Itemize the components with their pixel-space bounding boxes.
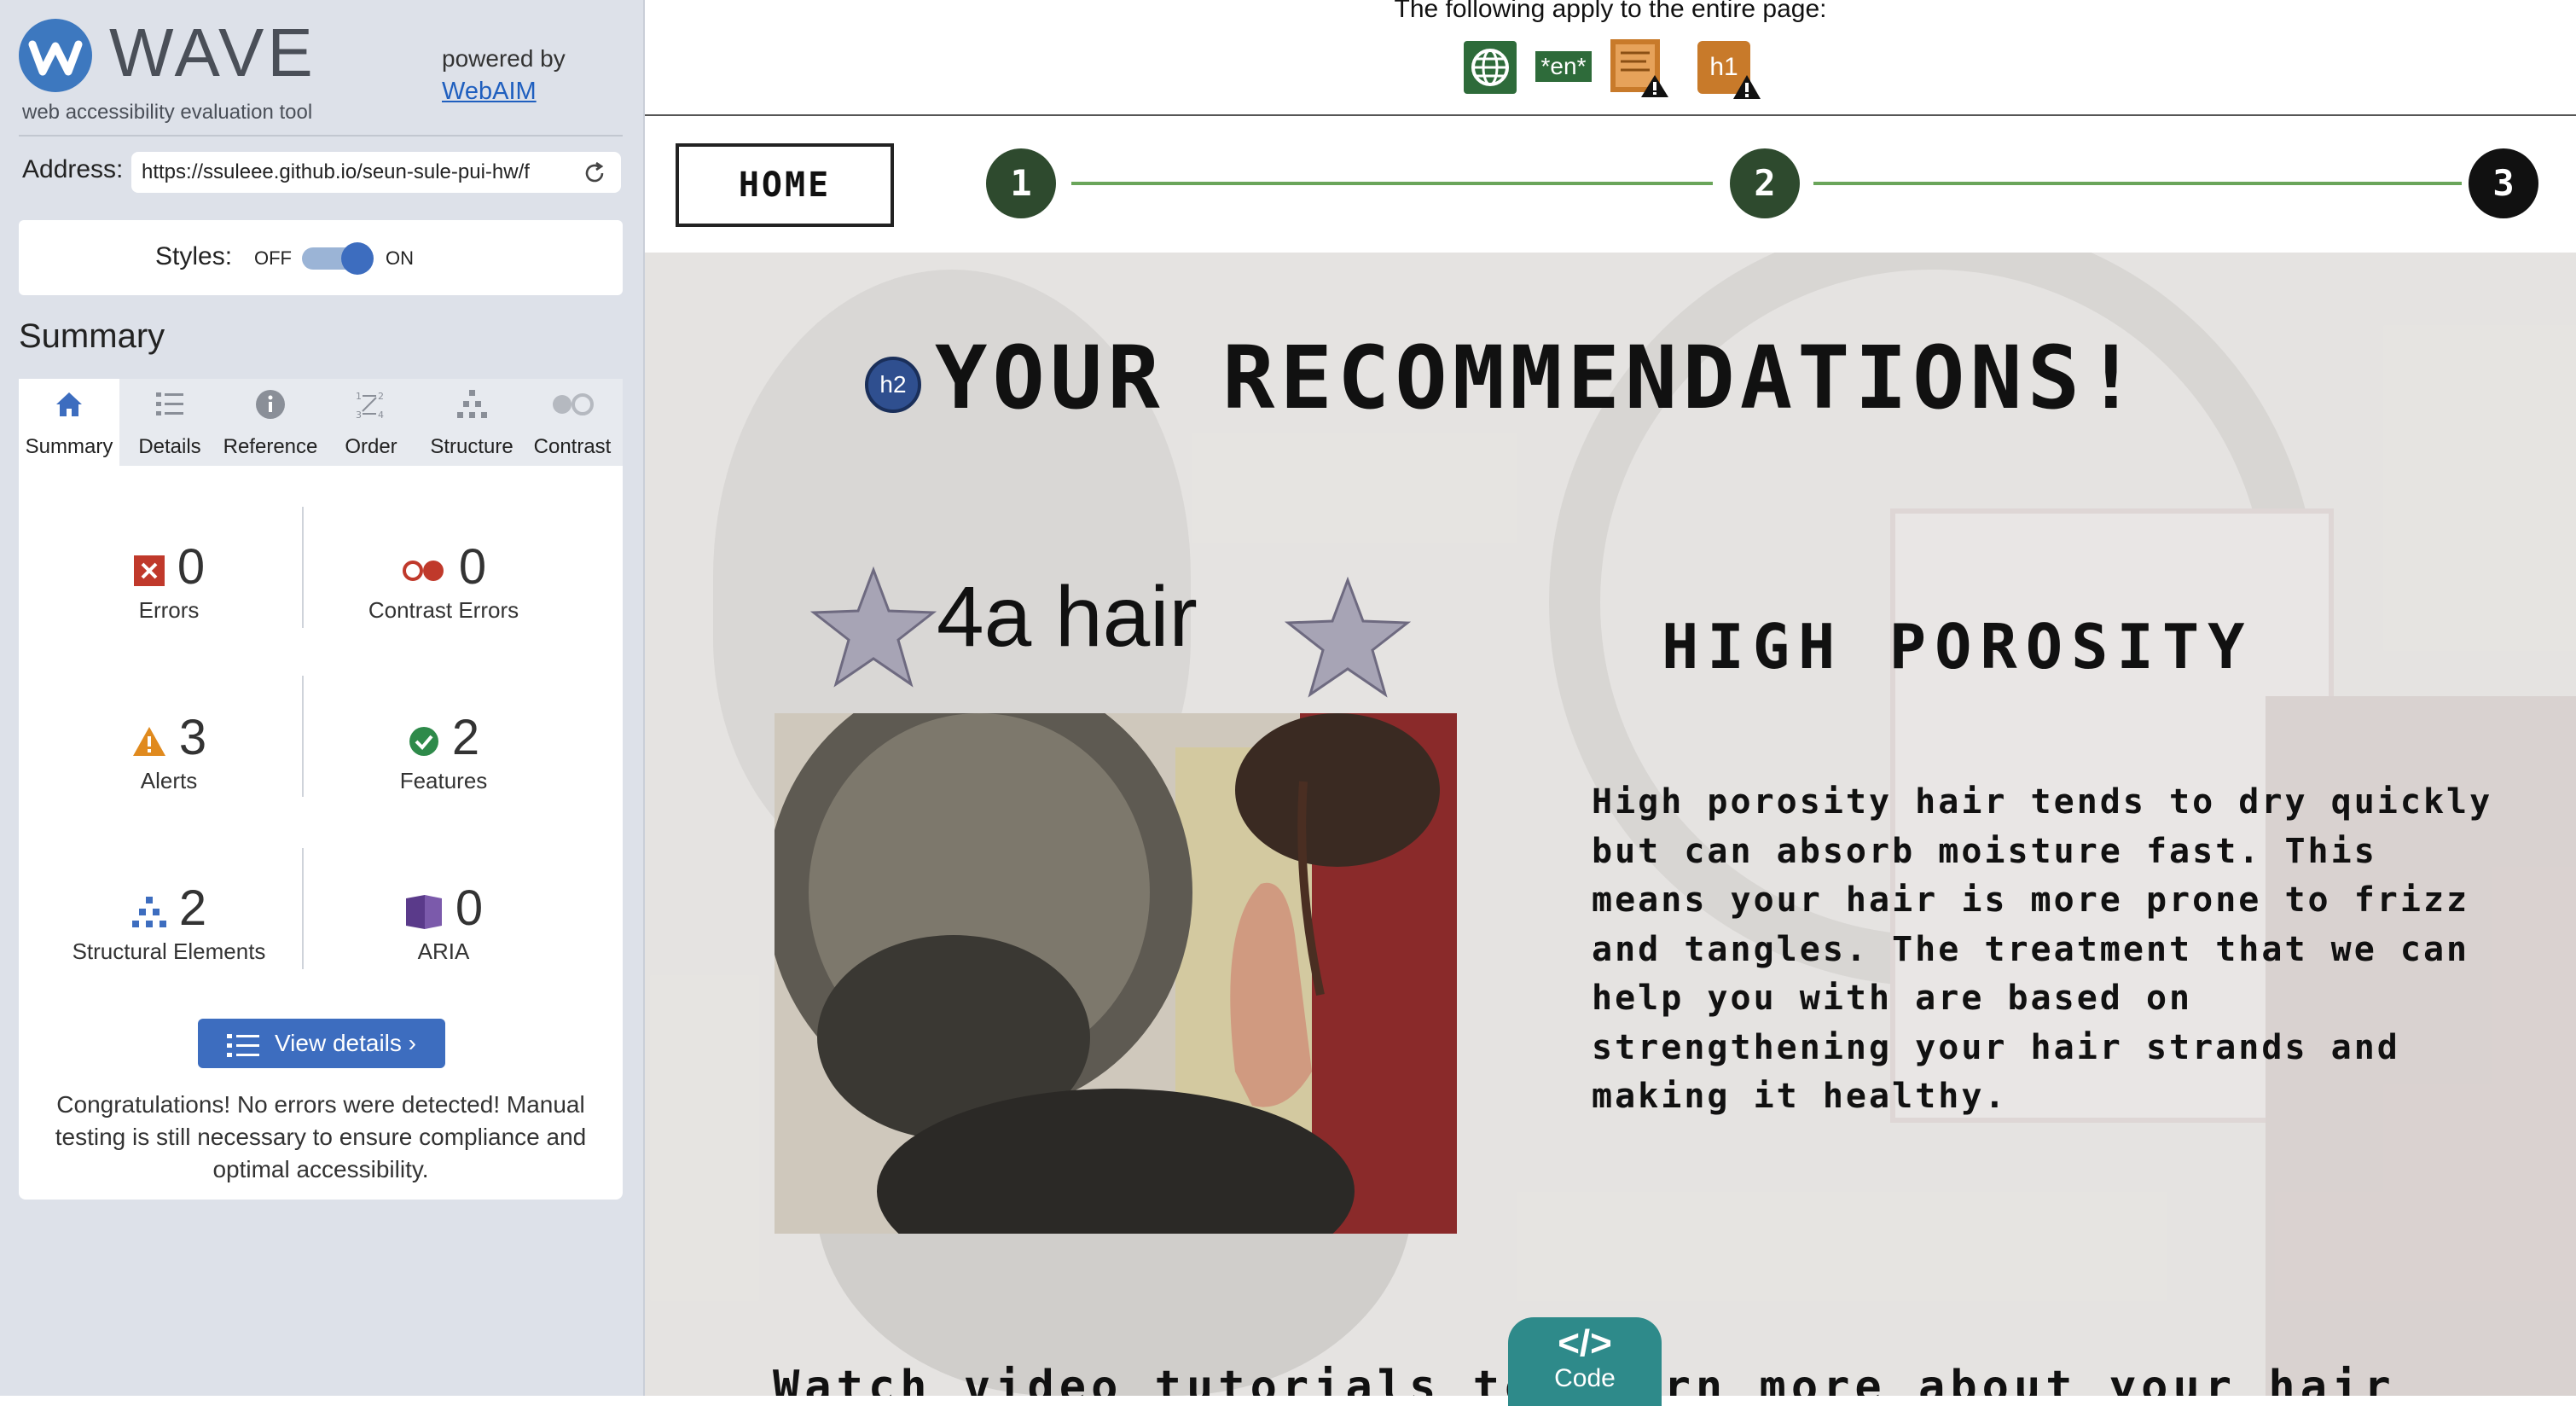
reload-icon[interactable]	[582, 160, 607, 186]
styles-toggle-box: Styles: OFF ON	[19, 220, 623, 295]
order-icon: 1 2 3 4	[356, 391, 384, 421]
sidebar-tabs: Summary Details Reference 1 2 3 4 Order Str…	[19, 379, 623, 466]
alert-icon	[1733, 75, 1761, 99]
styles-on-label: ON	[386, 247, 414, 269]
tab-summary[interactable]: Summary	[19, 379, 119, 466]
powered-by-text: powered by	[442, 45, 566, 72]
svg-text:4: 4	[378, 410, 384, 421]
address-label: Address:	[22, 155, 124, 183]
lang-en-icon[interactable]: *en*	[1535, 51, 1592, 82]
contrast-errors-count: 0	[458, 539, 487, 595]
wave-sidebar: WAVE web accessibility evaluation tool p…	[0, 0, 645, 1396]
recommendations-title: YOUR RECOMMENDATIONS!	[935, 328, 2143, 429]
alerts-count: 3	[178, 710, 207, 765]
aria-icon	[405, 894, 442, 929]
aria-label: ARIA	[417, 938, 470, 964]
toggle-knob	[341, 242, 374, 275]
tab-details[interactable]: Details	[119, 379, 220, 466]
features-stat[interactable]: 2 Features	[316, 708, 571, 794]
step-2[interactable]: 2	[1730, 148, 1800, 218]
errors-stat[interactable]: 0 Errors	[41, 537, 297, 624]
view-details-button[interactable]: View details ›	[198, 1019, 445, 1068]
summary-heading: Summary	[19, 317, 165, 355]
feature-check-icon	[409, 726, 438, 756]
tab-reference[interactable]: Reference	[220, 379, 321, 466]
tab-order[interactable]: 1 2 3 4 Order	[321, 379, 421, 466]
info-icon	[256, 390, 285, 419]
view-details-label: View details ›	[274, 1030, 416, 1056]
tab-label: Summary	[25, 435, 113, 458]
hair-photo-image	[775, 713, 1457, 1234]
tab-structure[interactable]: Structure	[421, 379, 522, 466]
step-3[interactable]: 3	[2469, 148, 2538, 218]
features-label: Features	[399, 768, 488, 793]
address-input[interactable]: https://ssuleee.github.io/seun-sule-pui-…	[131, 152, 621, 193]
step-1[interactable]: 1	[986, 148, 1056, 218]
alert-icon	[132, 726, 165, 756]
home-icon	[56, 392, 82, 416]
language-globe-icon[interactable]	[1464, 41, 1517, 94]
h2-badge-icon[interactable]: h2	[865, 357, 921, 413]
tab-label: Structure	[430, 435, 513, 458]
hair-photo	[775, 713, 1457, 1234]
alerts-label: Alerts	[140, 768, 198, 793]
list-icon	[156, 392, 183, 415]
powered-by: powered by WebAIM	[442, 43, 566, 107]
svg-text:1: 1	[356, 391, 362, 402]
code-toggle-button[interactable]: </> Code	[1508, 1317, 1662, 1406]
divider	[19, 135, 623, 137]
site-content: HOME 1 2 3 h2 YOUR RECOMMENDATIONS! 4a h…	[645, 116, 2576, 1396]
hair-type-label: 4a hair	[937, 569, 1198, 665]
structural-label: Structural Elements	[72, 938, 266, 964]
home-nav-button[interactable]: HOME	[676, 143, 894, 227]
porosity-title: HIGH POROSITY	[1662, 611, 2254, 683]
tab-label: Order	[345, 435, 397, 458]
summary-panel: 0 Errors 0 Contrast Errors 3 Alerts 2 Fe…	[19, 466, 623, 1200]
svg-text:3: 3	[356, 410, 362, 421]
page-level-text: The following apply to the entire page:	[1394, 0, 1827, 23]
divider	[302, 676, 304, 797]
code-icon: </>	[1558, 1322, 1612, 1364]
contrast-errors-stat[interactable]: 0 Contrast Errors	[316, 537, 571, 624]
structure-icon	[457, 390, 487, 418]
structure-icon	[131, 896, 166, 927]
divider	[302, 848, 304, 969]
contrast-icon	[553, 393, 594, 415]
features-count: 2	[451, 710, 480, 765]
wave-logo-icon	[19, 19, 92, 92]
progress-line	[1813, 182, 2462, 185]
aria-count: 0	[455, 880, 484, 936]
tab-label: Contrast	[533, 435, 612, 458]
tab-contrast[interactable]: Contrast	[522, 379, 623, 466]
errors-count: 0	[177, 539, 206, 595]
error-icon	[133, 555, 165, 586]
star-icon	[1285, 577, 1411, 698]
contrast-error-icon	[402, 560, 444, 581]
progress-line	[1071, 182, 1713, 185]
styles-off-label: OFF	[254, 247, 292, 269]
porosity-description: High porosity hair tends to dry quickly …	[1592, 782, 2493, 1116]
aria-stat[interactable]: 0 ARIA	[316, 879, 571, 965]
tab-label: Reference	[223, 435, 318, 458]
styles-toggle[interactable]	[302, 242, 374, 275]
page-title-alert-icon[interactable]	[1609, 38, 1670, 99]
tab-label: Details	[138, 435, 201, 458]
page-preview: The following apply to the entire page: …	[645, 0, 2576, 1406]
list-icon	[226, 1033, 259, 1057]
congrats-message: Congratulations! No errors were detected…	[55, 1091, 587, 1182]
svg-text:2: 2	[378, 391, 384, 402]
webaim-link[interactable]: WebAIM	[442, 75, 566, 107]
structural-stat[interactable]: 2 Structural Elements	[41, 879, 297, 965]
errors-label: Errors	[138, 597, 200, 623]
wave-tagline: web accessibility evaluation tool	[22, 101, 313, 124]
structural-count: 2	[178, 880, 207, 936]
star-icon	[810, 566, 937, 688]
wave-brand: WAVE	[109, 15, 316, 90]
page-level-bar: The following apply to the entire page: …	[645, 0, 2576, 116]
styles-label: Styles:	[155, 242, 233, 270]
alerts-stat[interactable]: 3 Alerts	[41, 708, 297, 794]
divider	[302, 507, 304, 628]
contrast-errors-label: Contrast Errors	[368, 597, 519, 623]
code-label: Code	[1554, 1364, 1616, 1392]
